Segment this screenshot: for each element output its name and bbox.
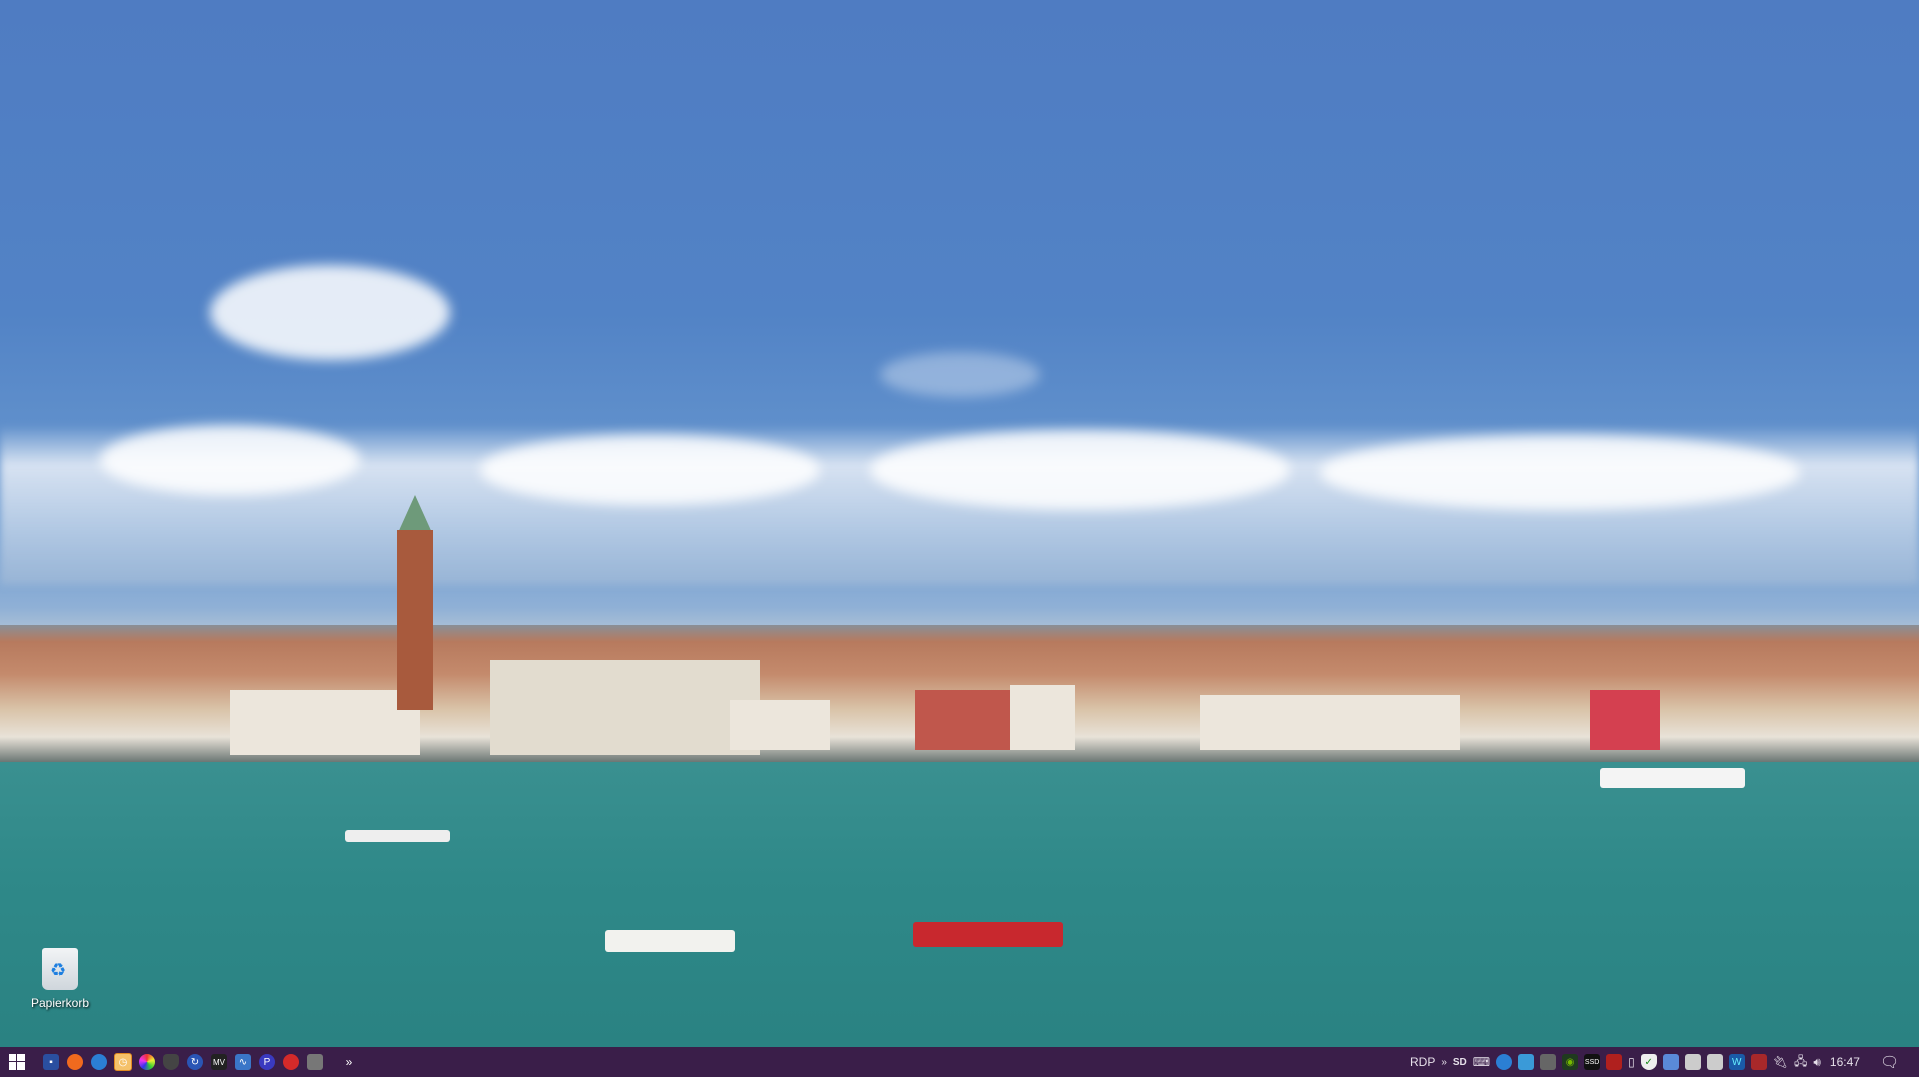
network-icon[interactable]: 🖧 xyxy=(1794,1052,1807,1073)
printer-tool-icon[interactable] xyxy=(303,1050,327,1074)
sd-card-icon[interactable]: SD xyxy=(1453,1057,1467,1068)
rdp-label[interactable]: RDP xyxy=(1410,1055,1435,1069)
doges-palace xyxy=(490,660,760,755)
system-tray: RDP » SD ⌨ ◉ SSD ▯ ✓ W 🔌︎ 🖧 🔊︎ 16:47 🗨︎ xyxy=(1407,1047,1919,1077)
campanile-tower xyxy=(397,530,433,710)
p-app-icon[interactable]: P xyxy=(255,1050,279,1074)
taskbar-overflow-button[interactable]: » xyxy=(337,1050,361,1074)
cloud xyxy=(1320,435,1800,510)
building xyxy=(915,690,1010,750)
taskbar: ▪ ◷ ↻ MV ∿ P » RDP » SD ⌨ ◉ SSD ▯ ✓ W 🔌︎… xyxy=(0,1047,1919,1077)
thunderbird-icon[interactable] xyxy=(87,1050,111,1074)
building xyxy=(230,690,420,755)
keyboard-icon[interactable]: ⌨ xyxy=(1473,1055,1490,1069)
tray-overflow-button[interactable]: » xyxy=(1441,1057,1447,1068)
ssd-icon[interactable]: SSD xyxy=(1584,1054,1601,1070)
billboard xyxy=(1590,690,1660,750)
cloud xyxy=(100,425,360,495)
display-icon[interactable] xyxy=(1540,1054,1557,1070)
file-fabric-icon[interactable] xyxy=(135,1050,159,1074)
nvidia-icon[interactable]: ◉ xyxy=(1562,1054,1579,1070)
sync-app-icon[interactable]: ↻ xyxy=(183,1050,207,1074)
printer2-icon[interactable] xyxy=(1706,1054,1723,1070)
cloud xyxy=(210,265,450,360)
floppy-64-icon[interactable]: ▪ xyxy=(39,1050,63,1074)
building xyxy=(1010,685,1075,750)
mv-video-icon[interactable]: MV xyxy=(207,1050,231,1074)
building xyxy=(730,700,830,750)
firefox-icon[interactable] xyxy=(63,1050,87,1074)
clock[interactable]: 16:47 xyxy=(1830,1055,1860,1069)
boat xyxy=(1600,768,1745,788)
notification-icon[interactable]: 🗨︎ xyxy=(1880,1053,1899,1071)
boat xyxy=(605,930,735,952)
lagoon-water xyxy=(0,762,1919,1047)
boat xyxy=(345,830,450,842)
printer-icon[interactable] xyxy=(1684,1054,1701,1070)
recycle-bin-label: Papierkorb xyxy=(30,996,90,1010)
desktop-wallpaper: ♻ Papierkorb xyxy=(0,0,1919,1047)
red-tray-app-icon[interactable] xyxy=(1750,1054,1767,1070)
wave-app-icon[interactable]: W xyxy=(1728,1054,1745,1070)
clock-app-icon[interactable]: ◷ xyxy=(111,1050,135,1074)
windows-start-icon[interactable] xyxy=(5,1050,29,1074)
thunderbird-tray-icon[interactable] xyxy=(1496,1054,1513,1070)
volume-icon[interactable]: 🔊︎ xyxy=(1813,1055,1821,1070)
red-triangle-icon[interactable] xyxy=(1606,1054,1623,1070)
recycle-bin-icon: ♻ xyxy=(42,948,78,990)
recycle-bin-desktop-icon[interactable]: ♻ Papierkorb xyxy=(22,948,98,1010)
building xyxy=(1200,695,1460,750)
boat xyxy=(913,922,1063,947)
waveform-monitor-icon[interactable]: ∿ xyxy=(231,1050,255,1074)
network-app-icon[interactable] xyxy=(1518,1054,1535,1070)
defender-icon[interactable]: ✓ xyxy=(1640,1054,1657,1070)
cloud xyxy=(870,430,1290,510)
red-app-icon[interactable] xyxy=(279,1050,303,1074)
power-icon[interactable]: 🔌︎ xyxy=(1773,1055,1788,1069)
remote-desktop-icon[interactable] xyxy=(1662,1054,1679,1070)
campanile-spire xyxy=(397,495,433,535)
cloud xyxy=(480,435,820,505)
shield-app-icon[interactable] xyxy=(159,1050,183,1074)
cloud xyxy=(880,352,1040,397)
usb-icon[interactable]: ▯ xyxy=(1628,1055,1635,1069)
